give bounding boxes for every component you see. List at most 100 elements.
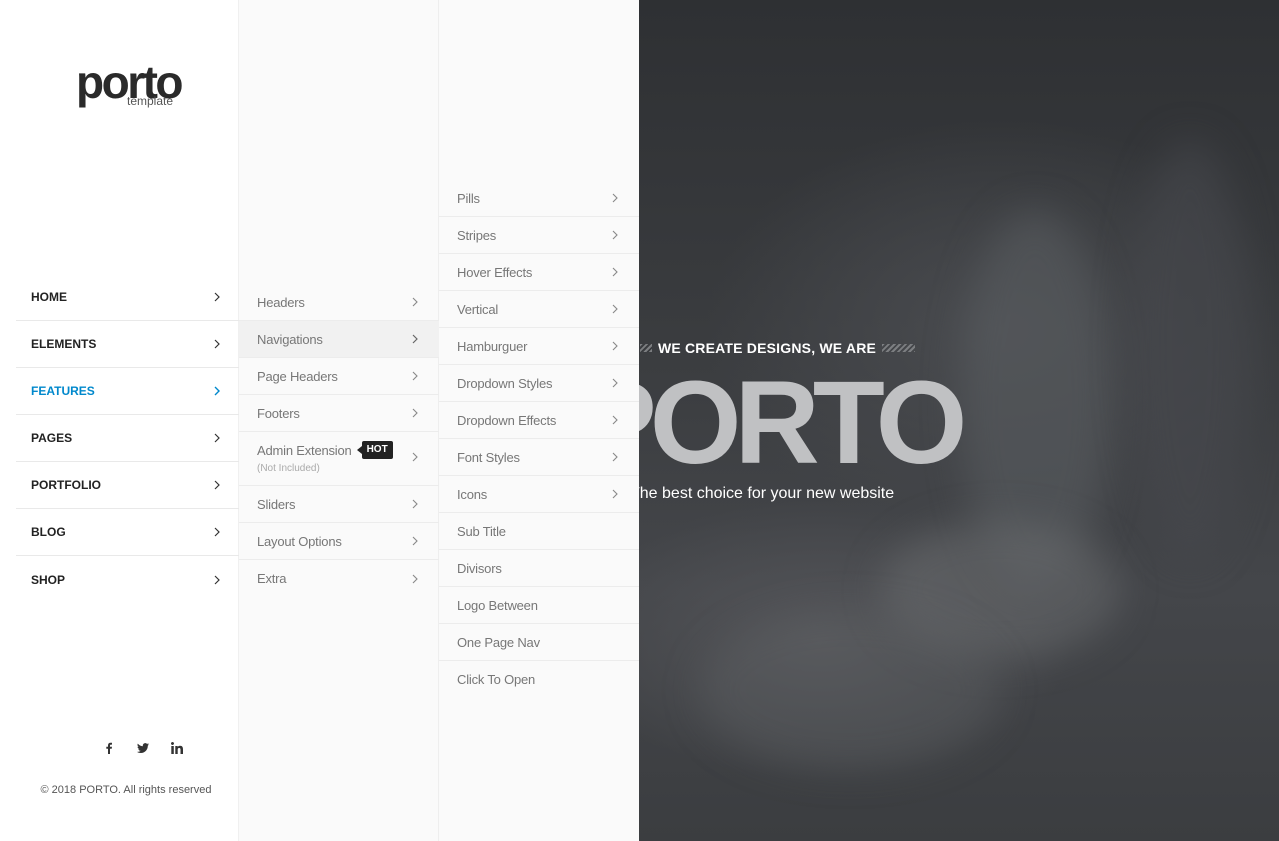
chevron-right-icon [409, 333, 421, 345]
submenu-label: Dropdown Styles [457, 375, 553, 391]
logo-subtitle: template [127, 94, 174, 108]
submenu-item-hamburguer[interactable]: Hamburguer [439, 328, 639, 365]
admin-extension-row: Admin Extension HOT [257, 441, 393, 459]
submenu-label: Hover Effects [457, 264, 533, 280]
main-menu-label: BLOG [31, 525, 66, 539]
chevron-right-icon [211, 526, 223, 538]
submenu-label: Layout Options [257, 533, 342, 549]
chevron-right-icon [211, 338, 223, 350]
main-menu-label: FEATURES [31, 384, 95, 398]
submenu-item-dropdown-effects[interactable]: Dropdown Effects [439, 402, 639, 439]
chevron-right-icon [409, 498, 421, 510]
submenu-item-font-styles[interactable]: Font Styles [439, 439, 639, 476]
chevron-right-icon [609, 377, 621, 389]
submenu-label: Headers [257, 294, 305, 310]
submenu-item-headers[interactable]: Headers [239, 284, 439, 321]
navigations-submenu: Pills Stripes Hover Effects Vertical Ham… [439, 180, 639, 698]
submenu-item-admin-extension[interactable]: Admin Extension HOT (Not Included) [239, 432, 439, 486]
chevron-right-icon [609, 451, 621, 463]
hero-subtitle: The best choice for your new website [630, 485, 895, 502]
submenu-item-footers[interactable]: Footers [239, 395, 439, 432]
facebook-icon[interactable] [92, 738, 126, 758]
submenu-item-logo-between[interactable]: Logo Between [439, 587, 639, 624]
submenu-label: Logo Between [457, 597, 538, 613]
main-menu-label: HOME [31, 290, 67, 304]
chevron-right-icon [211, 479, 223, 491]
chevron-right-icon [211, 385, 223, 397]
submenu-label: Sub Title [457, 523, 506, 539]
chevron-right-icon [211, 574, 223, 586]
submenu-item-stripes[interactable]: Stripes [439, 217, 639, 254]
submenu-label: Navigations [257, 331, 323, 347]
submenu-item-divisors[interactable]: Divisors [439, 550, 639, 587]
chevron-right-icon [609, 229, 621, 241]
submenu-label: Pills [457, 190, 480, 206]
main-menu-label: PAGES [31, 431, 73, 445]
side-navigation: porto template HOME ELEMENTS FEATURES PA… [0, 0, 239, 841]
submenu-label: One Page Nav [457, 634, 540, 650]
chevron-right-icon [609, 340, 621, 352]
submenu-item-sliders[interactable]: Sliders [239, 486, 439, 523]
chevron-right-icon [609, 488, 621, 500]
submenu-label: Sliders [257, 496, 296, 512]
copyright-text: © 2018 PORTO. All rights reserved [40, 784, 212, 796]
admin-extension-content: Admin Extension HOT (Not Included) [257, 441, 393, 474]
main-menu-label: PORTFOLIO [31, 478, 101, 492]
submenu-item-icons[interactable]: Icons [439, 476, 639, 513]
submenu-item-vertical[interactable]: Vertical [439, 291, 639, 328]
submenu-label: Divisors [457, 560, 502, 576]
hero-background-shape [1130, 140, 1250, 560]
submenu-item-sub-title[interactable]: Sub Title [439, 513, 639, 550]
chevron-right-icon [609, 303, 621, 315]
chevron-right-icon [609, 414, 621, 426]
decorative-stripe [640, 344, 652, 352]
hero-kicker-text: WE CREATE DESIGNS, WE ARE [657, 340, 877, 356]
main-menu-item-features[interactable]: FEATURES [16, 368, 239, 415]
social-links [92, 738, 194, 758]
chevron-right-icon [211, 291, 223, 303]
submenu-item-navigations[interactable]: Navigations [239, 321, 439, 358]
submenu-item-click-to-open[interactable]: Click To Open [439, 661, 639, 698]
chevron-right-icon [409, 451, 421, 463]
main-menu: HOME ELEMENTS FEATURES PAGES PORTFOLIO B… [16, 274, 239, 603]
decorative-stripe [882, 344, 915, 352]
main-menu-item-blog[interactable]: BLOG [16, 509, 239, 556]
main-menu-item-portfolio[interactable]: PORTFOLIO [16, 462, 239, 509]
chevron-right-icon [409, 370, 421, 382]
submenu-item-page-headers[interactable]: Page Headers [239, 358, 439, 395]
submenu-label: Dropdown Effects [457, 412, 557, 428]
chevron-right-icon [609, 192, 621, 204]
main-menu-item-pages[interactable]: PAGES [16, 415, 239, 462]
submenu-item-hover-effects[interactable]: Hover Effects [439, 254, 639, 291]
chevron-right-icon [409, 296, 421, 308]
main-menu-label: ELEMENTS [31, 337, 97, 351]
submenu-label: Font Styles [457, 449, 520, 465]
chevron-right-icon [409, 535, 421, 547]
main-menu-item-home[interactable]: HOME [16, 274, 239, 321]
hero-kicker: WE CREATE DESIGNS, WE ARE [640, 338, 915, 358]
hot-badge: HOT [356, 441, 393, 459]
chevron-right-icon [409, 573, 421, 585]
submenu-item-layout-options[interactable]: Layout Options [239, 523, 439, 560]
logo[interactable]: porto template [76, 56, 186, 116]
chevron-right-icon [211, 432, 223, 444]
submenu-label: Stripes [457, 227, 497, 243]
submenu-item-extra[interactable]: Extra [239, 560, 439, 597]
submenu-label: Page Headers [257, 368, 338, 384]
main-menu-item-elements[interactable]: ELEMENTS [16, 321, 239, 368]
submenu-item-dropdown-styles[interactable]: Dropdown Styles [439, 365, 639, 402]
submenu-label: Icons [457, 486, 488, 502]
submenu-label: Click To Open [457, 672, 536, 687]
features-submenu: Headers Navigations Page Headers Footers… [239, 284, 439, 597]
twitter-icon[interactable] [126, 738, 160, 758]
chevron-right-icon [409, 407, 421, 419]
main-menu-item-shop[interactable]: SHOP [16, 556, 239, 603]
linkedin-icon[interactable] [160, 738, 194, 758]
main-menu-label: SHOP [31, 572, 66, 587]
submenu-item-pills[interactable]: Pills [439, 180, 639, 217]
hero-background-shape [700, 610, 1000, 770]
submenu-label: Extra [257, 571, 287, 586]
submenu-item-one-page-nav[interactable]: One Page Nav [439, 624, 639, 661]
submenu-label: Hamburguer [457, 338, 528, 354]
chevron-right-icon [609, 266, 621, 278]
